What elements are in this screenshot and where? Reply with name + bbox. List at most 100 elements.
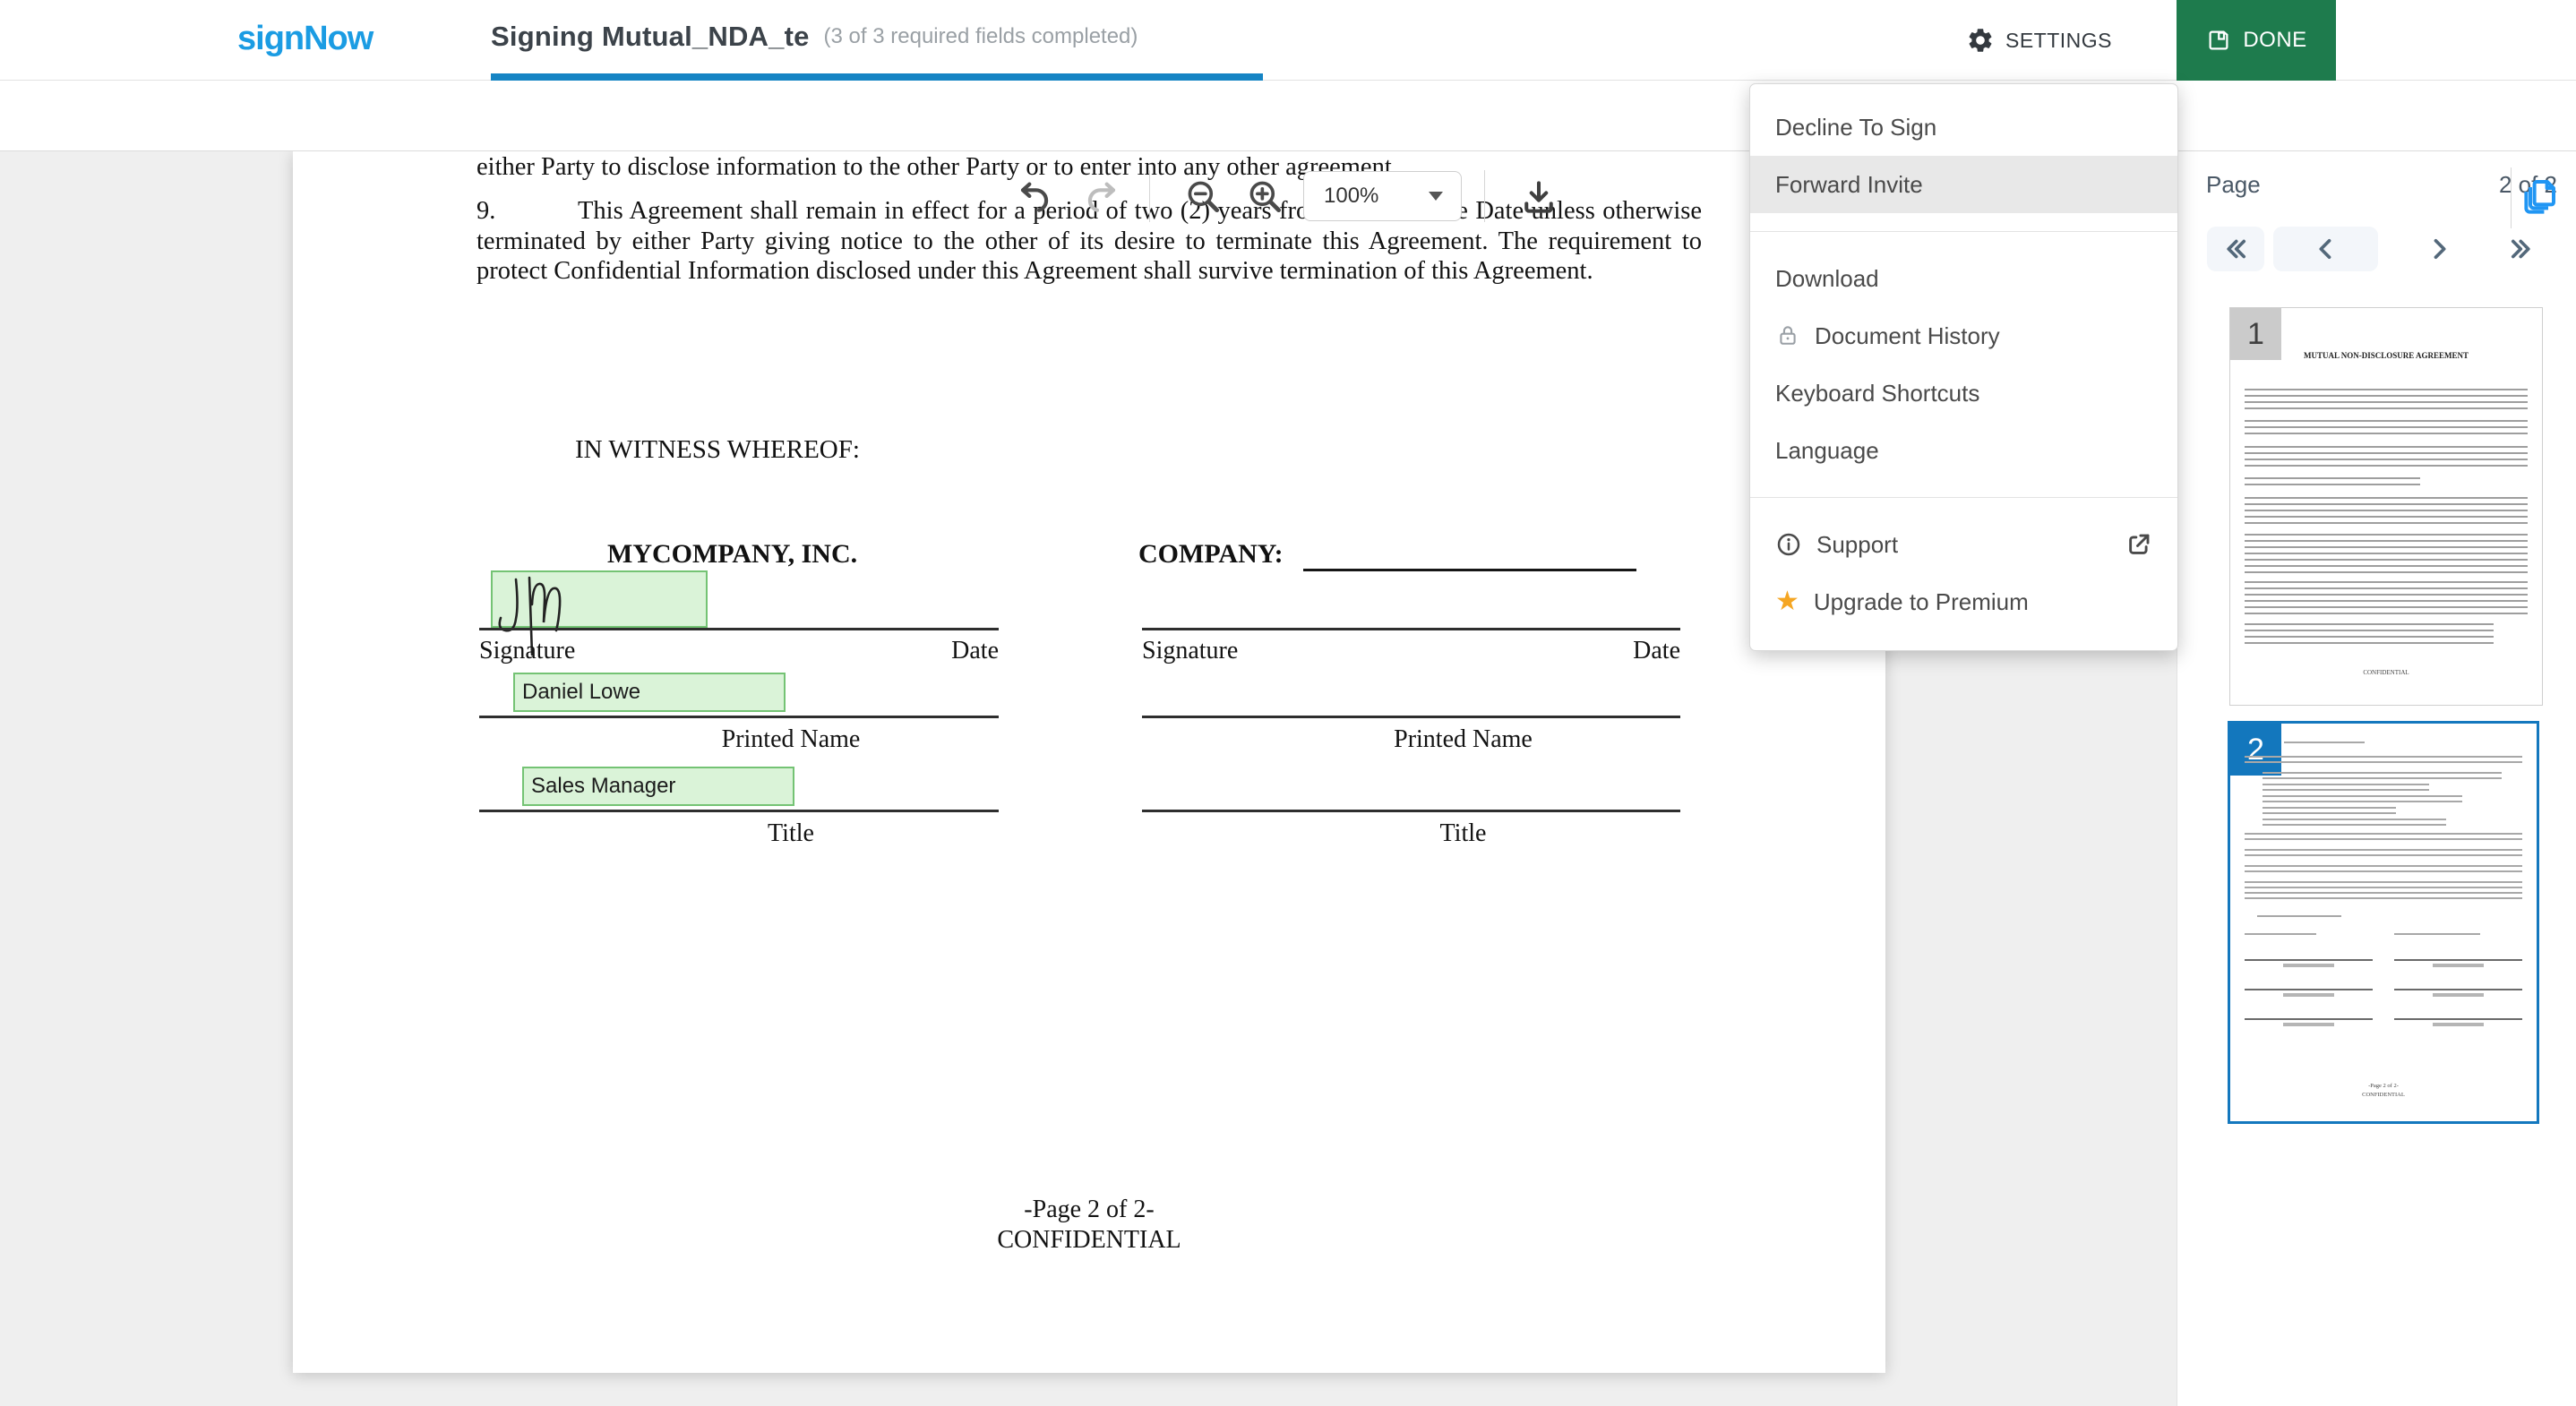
thumb1-title: MUTUAL NON-DISCLOSURE AGREEMENT xyxy=(2230,351,2542,360)
settings-label: SETTINGS xyxy=(2005,29,2112,53)
external-link-icon xyxy=(2125,531,2152,558)
chevron-down-icon xyxy=(1429,192,1443,201)
menu-item-download[interactable]: Download xyxy=(1750,250,2177,307)
menu-item-document-history[interactable]: Document History xyxy=(1750,307,2177,364)
signature-label: Signature xyxy=(1142,637,1238,665)
title-line-right xyxy=(1142,810,1680,812)
menu-item-forward-invite[interactable]: Forward Invite xyxy=(1750,156,2177,213)
done-label: DONE xyxy=(2243,28,2306,53)
star-icon: ★ xyxy=(1775,588,1799,615)
document-page: either Party to disclose information to … xyxy=(293,151,1885,1373)
title-label-left: Title xyxy=(531,819,1051,848)
download-icon xyxy=(1519,177,1558,217)
double-chevron-left-icon xyxy=(2220,234,2251,264)
menu-item-decline-to-sign[interactable]: Decline To Sign xyxy=(1750,99,2177,156)
title-line-left xyxy=(479,810,999,812)
download-button[interactable] xyxy=(1518,176,1559,218)
menu-divider xyxy=(1750,497,2177,498)
printed-name-line-left xyxy=(479,716,999,718)
zoom-in-button[interactable] xyxy=(1245,176,1286,218)
thumb2-footer-page: -Page 2 of 2- xyxy=(2230,1083,2537,1089)
title-value: Sales Manager xyxy=(524,768,793,804)
company-blank-line xyxy=(1303,569,1636,571)
redo-icon xyxy=(1082,178,1120,216)
page-thumbnail-2-selected[interactable]: 2 -Page 2 of 2- CONFIDENTI xyxy=(2228,721,2539,1124)
gear-icon xyxy=(1966,26,1995,55)
document-title-area: Signing Mutual_NDA_te (3 of 3 required f… xyxy=(491,0,1138,73)
fields-completed-status: (3 of 3 required fields completed) xyxy=(824,24,1138,49)
zoom-level-value: 100% xyxy=(1324,184,1378,209)
toolbar-divider xyxy=(1149,170,1150,222)
printed-name-label-left: Printed Name xyxy=(531,725,1051,754)
menu-item-label: Keyboard Shortcuts xyxy=(1775,380,1979,407)
zoom-out-icon xyxy=(1184,177,1224,217)
signature-date-labels-right: Signature Date xyxy=(1142,637,1680,665)
pages-sidebar: Page 2 of 2 1 MUTUAL NON-DISCLOSURE AGRE… xyxy=(2177,151,2576,1406)
printed-name-field[interactable]: Daniel Lowe xyxy=(513,673,786,712)
menu-item-label: Decline To Sign xyxy=(1775,114,1936,141)
first-page-button[interactable] xyxy=(2207,227,2264,271)
toolbar-divider xyxy=(1484,170,1485,222)
zoom-in-icon xyxy=(1246,177,1285,217)
undo-button[interactable] xyxy=(1015,176,1056,218)
menu-item-label: Download xyxy=(1775,265,1879,293)
page-label: Page xyxy=(2206,171,2261,199)
company-name-right: COMPANY: xyxy=(1138,539,1284,570)
title-field[interactable]: Sales Manager xyxy=(522,767,794,806)
toolbar: 100% xyxy=(0,81,2576,151)
menu-item-label: Language xyxy=(1775,437,1879,465)
redo-button[interactable] xyxy=(1080,176,1121,218)
menu-item-language[interactable]: Language xyxy=(1750,422,2177,479)
signnow-signing-screen: signNow Signing Mutual_NDA_te (3 of 3 re… xyxy=(0,0,2576,1406)
signature-line-left xyxy=(479,628,999,630)
printed-name-label-right: Printed Name xyxy=(1194,725,1732,754)
menu-divider xyxy=(1750,231,2177,232)
company-name-left: MYCOMPANY, INC. xyxy=(607,539,857,570)
date-label: Date xyxy=(1633,637,1680,665)
page-thumbnail-1[interactable]: 1 MUTUAL NON-DISCLOSURE AGREEMENT CONFID… xyxy=(2229,307,2543,706)
completion-progress-bar xyxy=(491,73,1263,81)
title-label-right: Title xyxy=(1194,819,1732,848)
chevron-right-icon xyxy=(2424,234,2454,264)
zoom-out-button[interactable] xyxy=(1183,176,1224,218)
menu-item-label: Support xyxy=(1816,531,1898,559)
signature-field[interactable] xyxy=(491,570,708,628)
printed-name-value: Daniel Lowe xyxy=(515,674,784,710)
menu-item-label: Forward Invite xyxy=(1775,171,1923,199)
signature-line-right xyxy=(1142,628,1680,630)
thumb1-text-lines xyxy=(2245,374,2528,647)
signature-date-labels-left: Signature Date xyxy=(479,637,999,665)
menu-item-upgrade-to-premium[interactable]: ★ Upgrade to Premium xyxy=(1750,573,2177,630)
toolbar-divider xyxy=(2511,167,2512,228)
menu-item-label: Upgrade to Premium xyxy=(1814,588,2029,616)
stacked-pages-icon xyxy=(2520,176,2563,219)
settings-menu: Decline To Sign Forward Invite Download … xyxy=(1749,83,2178,651)
lock-icon xyxy=(1775,323,1800,348)
paragraph-9-number: 9. xyxy=(477,196,578,227)
menu-item-label: Document History xyxy=(1815,322,2000,350)
next-page-button[interactable] xyxy=(2412,227,2466,271)
pages-panel-button[interactable] xyxy=(2520,174,2567,220)
thumb2-signature-columns xyxy=(2245,933,2522,1026)
previous-page-button[interactable] xyxy=(2273,227,2378,271)
page-indicator-row: Page 2 of 2 xyxy=(2177,171,2576,199)
app-header: signNow Signing Mutual_NDA_te (3 of 3 re… xyxy=(0,0,2576,81)
witness-clause: IN WITNESS WHEREOF: xyxy=(575,435,860,465)
last-page-button[interactable] xyxy=(2493,227,2550,271)
signature-label: Signature xyxy=(479,637,575,665)
printed-name-line-right xyxy=(1142,716,1680,718)
chevron-left-icon xyxy=(2311,234,2341,264)
undo-icon xyxy=(1017,178,1054,216)
signnow-logo: signNow xyxy=(237,20,373,58)
thumb1-footer: CONFIDENTIAL xyxy=(2230,669,2542,676)
document-title: Signing Mutual_NDA_te xyxy=(491,21,810,53)
menu-item-keyboard-shortcuts[interactable]: Keyboard Shortcuts xyxy=(1750,364,2177,422)
settings-button[interactable]: SETTINGS xyxy=(1966,0,2112,81)
info-circle-icon xyxy=(1775,531,1802,558)
menu-item-support[interactable]: Support xyxy=(1750,516,2177,573)
zoom-level-select[interactable]: 100% xyxy=(1303,171,1462,221)
thumb2-footer-confidential: CONFIDENTIAL xyxy=(2230,1092,2537,1098)
page-footer-number: -Page 2 of 2- xyxy=(293,1196,1885,1224)
thumb2-text-lines xyxy=(2245,742,2522,1026)
done-button[interactable]: DONE xyxy=(2177,0,2336,81)
